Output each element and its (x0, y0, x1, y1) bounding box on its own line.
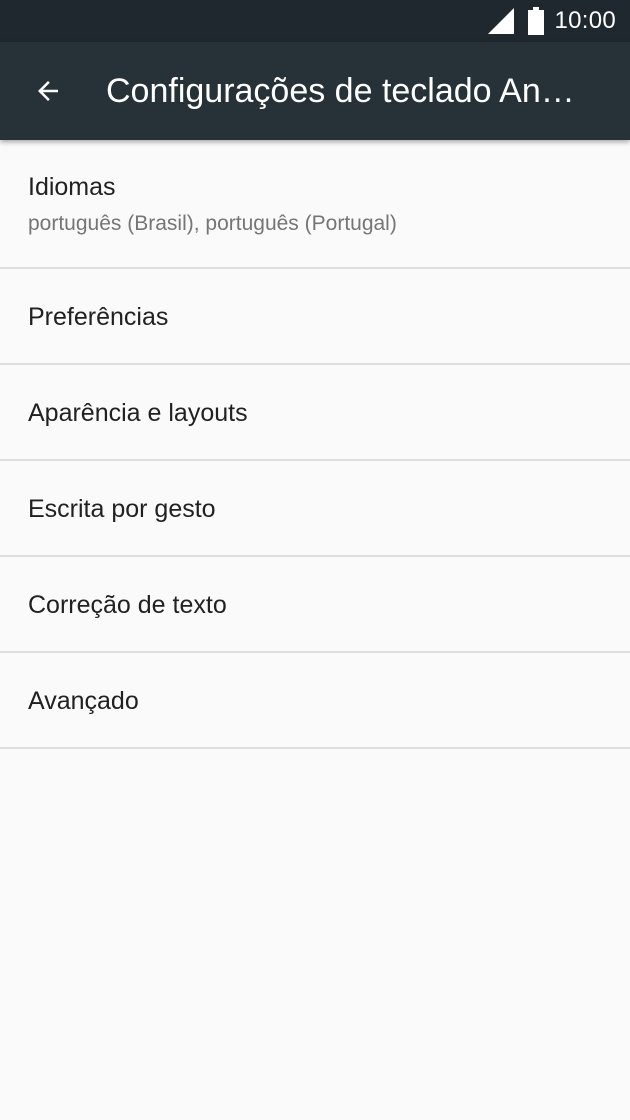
status-bar: 10:00 (0, 0, 630, 42)
settings-item-correcao-texto[interactable]: Correção de texto (0, 557, 630, 653)
settings-item-label: Idiomas (28, 173, 116, 201)
settings-item-aparencia-layouts[interactable]: Aparência e layouts (0, 365, 630, 461)
app-bar: Configurações de teclado An… (0, 42, 630, 140)
settings-item-idiomas[interactable]: Idiomas português (Brasil), português (P… (0, 140, 630, 269)
page-title: Configurações de teclado An… (106, 72, 575, 110)
settings-item-avancado[interactable]: Avançado (0, 653, 630, 749)
settings-item-label: Correção de texto (28, 591, 227, 619)
settings-item-escrita-por-gesto[interactable]: Escrita por gesto (0, 461, 630, 557)
settings-item-label: Avançado (28, 687, 139, 715)
arrow-back-icon (38, 81, 58, 101)
back-button[interactable] (22, 65, 74, 117)
status-icons: 10:00 (488, 0, 616, 42)
settings-list: Idiomas português (Brasil), português (P… (0, 140, 630, 749)
cell-signal-icon (488, 8, 515, 34)
settings-item-summary: português (Brasil), português (Portugal) (28, 212, 397, 235)
settings-item-label: Escrita por gesto (28, 495, 216, 523)
settings-item-label: Preferências (28, 303, 169, 331)
settings-item-label: Aparência e layouts (28, 399, 248, 427)
settings-item-preferencias[interactable]: Preferências (0, 269, 630, 365)
battery-icon (528, 7, 545, 35)
status-time: 10:00 (554, 7, 616, 34)
